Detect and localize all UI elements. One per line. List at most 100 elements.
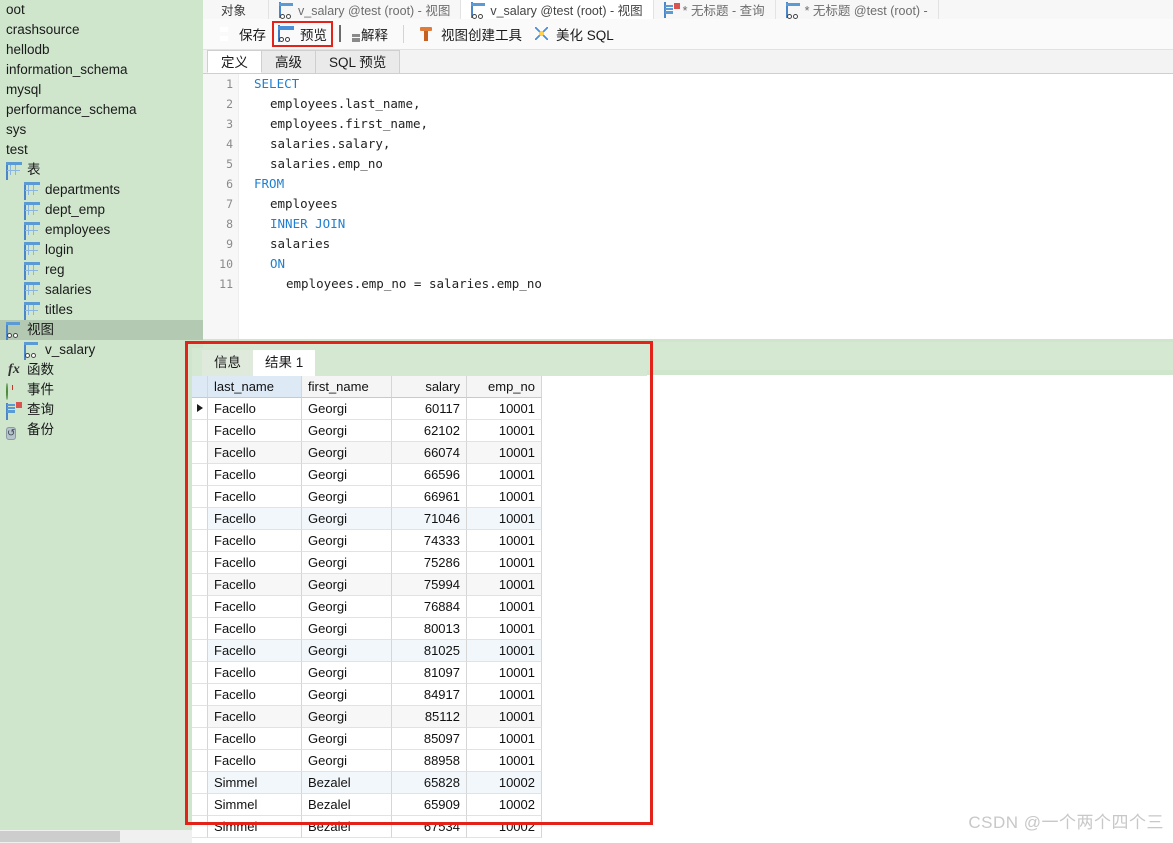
cell-salary[interactable]: 75286 [392, 552, 467, 574]
cell-emp_no[interactable]: 10002 [467, 816, 542, 838]
table-row[interactable]: Facello Georgi 66961 10001 [192, 486, 647, 508]
row-marker-cell[interactable] [192, 552, 208, 574]
table-row[interactable]: Facello Georgi 81097 10001 [192, 662, 647, 684]
table-row[interactable]: Facello Georgi 85112 10001 [192, 706, 647, 728]
cell-first_name[interactable]: Georgi [302, 508, 392, 530]
cell-last_name[interactable]: Facello [208, 398, 302, 420]
tree-item-crashsource[interactable]: crashsource [0, 20, 203, 40]
current-row-arrow-icon[interactable] [192, 398, 208, 420]
cell-emp_no[interactable]: 10001 [467, 640, 542, 662]
row-marker-cell[interactable] [192, 420, 208, 442]
cell-emp_no[interactable]: 10001 [467, 398, 542, 420]
cell-salary[interactable]: 76884 [392, 596, 467, 618]
column-header-first_name[interactable]: first_name [302, 376, 392, 398]
preview-button[interactable]: 预览 [272, 21, 333, 47]
cell-last_name[interactable]: Facello [208, 530, 302, 552]
document-tab-3[interactable]: * 无标题 - 查询 [654, 0, 776, 19]
tree-item-oot[interactable]: oot [0, 0, 203, 20]
tree-item-视图[interactable]: 视图 [0, 320, 203, 340]
table-row[interactable]: Facello Georgi 88958 10001 [192, 750, 647, 772]
table-row[interactable]: Facello Georgi 62102 10001 [192, 420, 647, 442]
cell-first_name[interactable]: Georgi [302, 574, 392, 596]
cell-last_name[interactable]: Facello [208, 596, 302, 618]
tree-item-dept_emp[interactable]: dept_emp [0, 200, 203, 220]
cell-salary[interactable]: 71046 [392, 508, 467, 530]
cell-salary[interactable]: 85097 [392, 728, 467, 750]
cell-first_name[interactable]: Georgi [302, 486, 392, 508]
row-marker-cell[interactable] [192, 640, 208, 662]
cell-last_name[interactable]: Facello [208, 552, 302, 574]
cell-emp_no[interactable]: 10001 [467, 662, 542, 684]
editor-subtab-1[interactable]: 高级 [261, 50, 316, 73]
editor-subtab-2[interactable]: SQL 预览 [315, 50, 401, 73]
tree-item-表[interactable]: 表 [0, 160, 203, 180]
cell-salary[interactable]: 65828 [392, 772, 467, 794]
cell-emp_no[interactable]: 10002 [467, 794, 542, 816]
table-row[interactable]: Facello Georgi 74333 10001 [192, 530, 647, 552]
row-marker-cell[interactable] [192, 684, 208, 706]
results-panel[interactable]: 信息 结果 1 last_name first_name salary emp_no Fa… [192, 348, 647, 843]
column-header-last_name[interactable]: last_name [208, 376, 302, 398]
tree-item-login[interactable]: login [0, 240, 203, 260]
table-row[interactable]: Facello Georgi 60117 10001 [192, 398, 647, 420]
explain-button[interactable]: 解释 [333, 22, 394, 46]
document-tab-bar[interactable]: 对象 v_salary @test (root) - 视图 v_salary @te… [203, 0, 1173, 20]
row-marker-cell[interactable] [192, 618, 208, 640]
row-marker-cell[interactable] [192, 794, 208, 816]
cell-salary[interactable]: 66596 [392, 464, 467, 486]
cell-first_name[interactable]: Bezalel [302, 772, 392, 794]
tree-item-事件[interactable]: 事件 [0, 380, 203, 400]
table-row[interactable]: Facello Georgi 76884 10001 [192, 596, 647, 618]
sidebar-horizontal-scrollbar[interactable] [0, 829, 203, 843]
table-row[interactable]: Facello Georgi 66074 10001 [192, 442, 647, 464]
row-marker-cell[interactable] [192, 464, 208, 486]
cell-first_name[interactable]: Bezalel [302, 816, 392, 838]
cell-emp_no[interactable]: 10001 [467, 508, 542, 530]
cell-salary[interactable]: 84917 [392, 684, 467, 706]
tree-item-performance_schema[interactable]: performance_schema [0, 100, 203, 120]
cell-emp_no[interactable]: 10002 [467, 772, 542, 794]
cell-first_name[interactable]: Georgi [302, 464, 392, 486]
cell-salary[interactable]: 81025 [392, 640, 467, 662]
cell-last_name[interactable]: Facello [208, 662, 302, 684]
cell-salary[interactable]: 67534 [392, 816, 467, 838]
editor-subtab-0[interactable]: 定义 [207, 50, 262, 73]
cell-last_name[interactable]: Simmel [208, 794, 302, 816]
row-marker-cell[interactable] [192, 486, 208, 508]
row-marker-cell[interactable] [192, 706, 208, 728]
cell-last_name[interactable]: Facello [208, 574, 302, 596]
object-tree-sidebar[interactable]: oot crashsource hellodb information_schema m… [0, 0, 203, 843]
table-row[interactable]: Facello Georgi 75286 10001 [192, 552, 647, 574]
table-row[interactable]: Facello Georgi 80013 10001 [192, 618, 647, 640]
tree-item-mysql[interactable]: mysql [0, 80, 203, 100]
database-tree[interactable]: oot crashsource hellodb information_schema m… [0, 0, 203, 440]
row-marker-cell[interactable] [192, 816, 208, 838]
table-row[interactable]: Simmel Bezalel 65828 10002 [192, 772, 647, 794]
sql-code-text[interactable]: SELECT employees.last_name, employees.firs… [239, 74, 542, 294]
cell-first_name[interactable]: Georgi [302, 530, 392, 552]
cell-salary[interactable]: 75994 [392, 574, 467, 596]
document-tab-0[interactable]: 对象 [203, 0, 270, 19]
sql-editor[interactable]: 1 2 3 4 5 6 7 8 9 10 11 SELECT employees.last_name,… [203, 74, 1173, 339]
cell-first_name[interactable]: Georgi [302, 728, 392, 750]
cell-salary[interactable]: 74333 [392, 530, 467, 552]
table-row[interactable]: Simmel Bezalel 65909 10002 [192, 794, 647, 816]
tree-item-test[interactable]: test [0, 140, 203, 160]
document-tab-1[interactable]: v_salary @test (root) - 视图 [269, 0, 462, 19]
tree-item-titles[interactable]: titles [0, 300, 203, 320]
document-tab-4[interactable]: * 无标题 @test (root) - [776, 0, 939, 19]
row-marker-cell[interactable] [192, 530, 208, 552]
cell-last_name[interactable]: Facello [208, 706, 302, 728]
editor-toolbar[interactable]: 保存 预览 解释 视图创建工具 美化 SQL [203, 19, 1173, 50]
tree-item-函数[interactable]: fx 函数 [0, 360, 203, 380]
cell-salary[interactable]: 62102 [392, 420, 467, 442]
cell-last_name[interactable]: Simmel [208, 772, 302, 794]
cell-first_name[interactable]: Georgi [302, 552, 392, 574]
tree-item-employees[interactable]: employees [0, 220, 203, 240]
cell-first_name[interactable]: Georgi [302, 398, 392, 420]
column-header-emp_no[interactable]: emp_no [467, 376, 542, 398]
tree-item-salaries[interactable]: salaries [0, 280, 203, 300]
cell-emp_no[interactable]: 10001 [467, 530, 542, 552]
row-marker-cell[interactable] [192, 662, 208, 684]
cell-emp_no[interactable]: 10001 [467, 552, 542, 574]
